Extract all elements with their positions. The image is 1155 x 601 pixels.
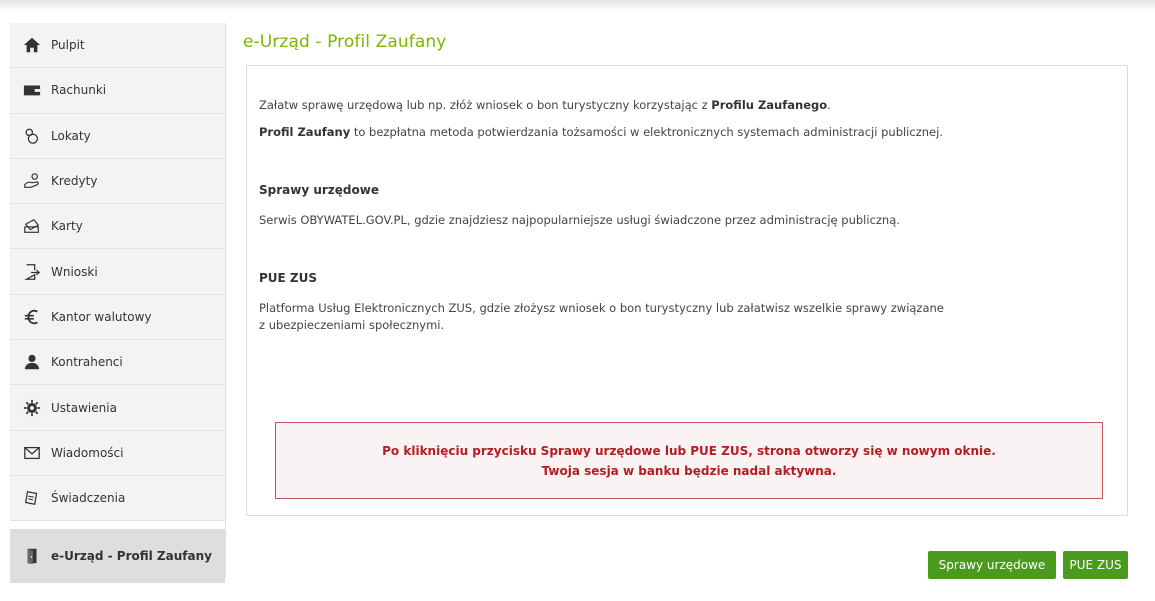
top-shadow: [0, 0, 1155, 12]
sidebar-item-wnioski[interactable]: Wnioski: [10, 249, 225, 295]
envelope-icon: [22, 443, 42, 463]
sprawy-urzedowe-button[interactable]: Sprawy urzędowe: [928, 551, 1056, 579]
section-heading-pue: PUE ZUS: [259, 271, 318, 285]
sidebar-item-label: Kredyty: [51, 174, 98, 189]
sidebar-item-ustawienia[interactable]: Ustawienia: [10, 385, 225, 431]
intro-text: Załatw sprawę urzędową lub np. złóż wnio…: [259, 97, 831, 113]
section-text-sprawy: Serwis OBYWATEL.GOV.PL, gdzie znajdziesz…: [259, 213, 900, 227]
sidebar-item-label: Świadczenia: [51, 491, 126, 506]
sidebar-item-kontrahenci[interactable]: Kontrahenci: [10, 340, 225, 386]
sidebar-item-pulpit[interactable]: Pulpit: [10, 23, 225, 69]
hand-coins-icon: [22, 171, 42, 191]
sidebar-item-karty[interactable]: Karty: [10, 204, 225, 250]
person-icon: [22, 352, 42, 372]
cards-icon: [22, 216, 42, 236]
wallet-icon: [22, 80, 42, 100]
content-panel: Załatw sprawę urzędową lub np. złóż wnio…: [246, 65, 1128, 516]
sidebar-item-rachunki[interactable]: Rachunki: [10, 68, 225, 114]
document-arrow-icon: [22, 262, 42, 282]
section-heading-sprawy: Sprawy urzędowe: [259, 183, 379, 197]
sidebar-item-label: Wiadomości: [51, 445, 124, 460]
new-window-alert: Po kliknięciu przycisku Sprawy urzędowe …: [275, 422, 1103, 499]
sidebar-item-kantor[interactable]: Kantor walutowy: [10, 294, 225, 341]
sidebar-item-label: Karty: [51, 219, 83, 234]
section-text-pue-line1: Platforma Usług Elektronicznych ZUS, gdz…: [259, 301, 944, 315]
sidebar-item-label: Rachunki: [51, 83, 107, 98]
profile-description-bold: Profil Zaufany: [259, 125, 351, 139]
section-text-pue-line2: z ubezpieczeniami społecznymi.: [259, 318, 445, 332]
intro-text-bold: Profilu Zaufanego: [711, 98, 828, 112]
sidebar-item-swiadczenia[interactable]: Świadczenia: [10, 475, 225, 522]
sidebar-item-label: Lokaty: [51, 128, 91, 143]
sidebar-item-label: Kontrahenci: [51, 355, 123, 370]
sidebar-item-wiadomosci[interactable]: Wiadomości: [10, 430, 225, 476]
sidebar-item-label: Wnioski: [51, 264, 98, 279]
door-icon: [22, 546, 42, 566]
tag-icon: [22, 488, 42, 508]
intro-text-start: Załatw sprawę urzędową lub np. złóż wnio…: [259, 98, 712, 112]
pue-zus-button[interactable]: PUE ZUS: [1063, 551, 1128, 579]
home-icon: [22, 35, 42, 55]
alert-line-2: Twoja sesja w banku będzie nadal aktywna…: [541, 464, 837, 478]
sidebar-item-lokaty[interactable]: Lokaty: [10, 113, 225, 159]
sidebar-item-kredyty[interactable]: Kredyty: [10, 158, 225, 205]
sidebar-item-e-urzad[interactable]: e-Urząd - Profil Zaufany: [10, 529, 225, 584]
profile-description: Profil Zaufany to bezpłatna metoda potwi…: [259, 124, 943, 140]
alert-line-1: Po kliknięciu przycisku Sprawy urzędowe …: [382, 444, 996, 458]
piggy-bank-icon: [22, 126, 42, 146]
sidebar: Pulpit Rachunki Lokaty Kredyty Karty Wni…: [10, 23, 226, 584]
euro-icon: [22, 307, 42, 327]
gear-icon: [22, 398, 42, 418]
sidebar-item-label: Ustawienia: [51, 400, 117, 415]
page-title: e-Urząd - Profil Zaufany: [243, 32, 447, 52]
sidebar-item-label: Kantor walutowy: [51, 309, 152, 324]
sidebar-item-label: e-Urząd - Profil Zaufany: [51, 549, 212, 564]
intro-text-end: .: [827, 98, 831, 112]
sidebar-item-label: Pulpit: [51, 38, 85, 53]
profile-description-text: to bezpłatna metoda potwierdzania tożsam…: [350, 125, 943, 139]
